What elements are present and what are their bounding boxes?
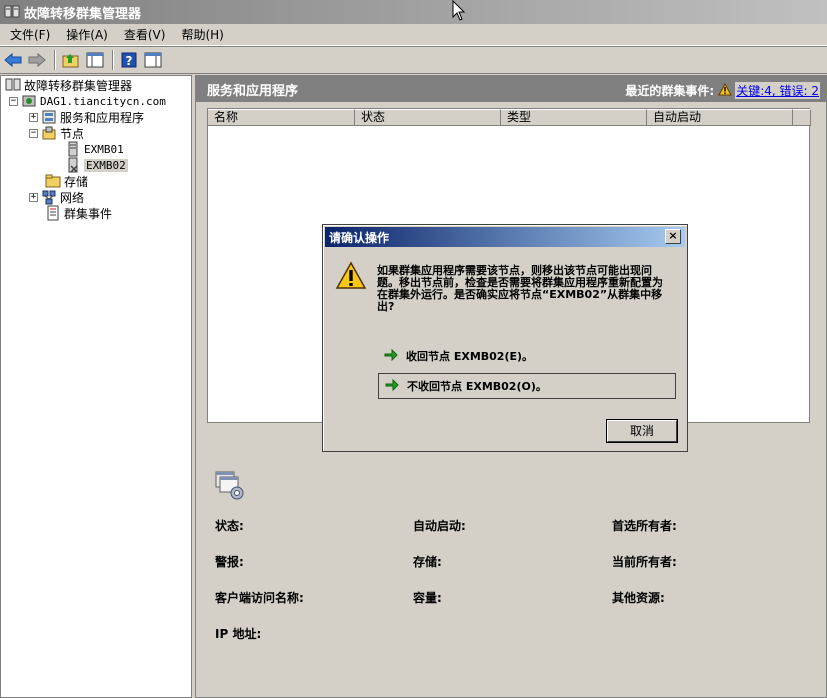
tree-item-services[interactable]: + 服务和应用程序 bbox=[29, 109, 144, 125]
dialog-message: 如果群集应用程序需要该节点，则移出该节点可能出现问题。移出节点前，检查是否需要将… bbox=[377, 264, 663, 313]
detail-capacity-label: 容量: bbox=[413, 591, 442, 605]
detail-client-access-label: 客户端访问名称: bbox=[215, 591, 304, 605]
toolbar-separator bbox=[112, 50, 114, 70]
green-arrow-icon bbox=[385, 378, 399, 394]
tree-label: 节点 bbox=[60, 126, 85, 141]
evict-node-option[interactable]: 收回节点 EXMB02(E)。 bbox=[378, 343, 676, 369]
detail-status-label: 状态: bbox=[215, 519, 244, 533]
column-header-autostart[interactable]: 自动启动 bbox=[647, 109, 793, 126]
keep-node-option[interactable]: 不收回节点 EXMB02(O)。 bbox=[378, 373, 676, 399]
detail-storage-label: 存储: bbox=[413, 555, 442, 569]
toolbar: ? bbox=[0, 46, 827, 74]
tree-label: 服务和应用程序 bbox=[60, 110, 145, 125]
navigation-tree: 故障转移群集管理器 − DAG1.tiancitycn.com + 服务和应用程… bbox=[0, 75, 192, 698]
dialog-title: 请确认操作 bbox=[329, 230, 390, 245]
tree-item-nodes[interactable]: − 节点 bbox=[29, 125, 84, 141]
menu-help[interactable]: 帮助(H) bbox=[175, 26, 229, 43]
column-header-name[interactable]: 名称 bbox=[208, 109, 355, 126]
cluster-manager-icon bbox=[4, 4, 20, 20]
mouse-cursor-icon bbox=[452, 0, 466, 25]
tree-item-node-exmb01[interactable]: EXMB01 bbox=[65, 141, 124, 157]
nodes-icon bbox=[41, 125, 57, 141]
tree-item-cluster[interactable]: − DAG1.tiancitycn.com bbox=[9, 93, 166, 109]
tree-label: EXMB01 bbox=[84, 142, 124, 156]
title-bar[interactable]: 故障转移群集管理器 bbox=[0, 0, 827, 24]
detail-autostart-label: 自动启动: bbox=[413, 519, 466, 533]
collapse-icon[interactable]: − bbox=[29, 128, 38, 138]
svg-text:?: ? bbox=[126, 54, 133, 68]
recent-events-link[interactable]: 关键:4, 错误: 2 bbox=[735, 82, 820, 99]
server-down-icon bbox=[65, 157, 81, 173]
detail-ip-label: IP 地址: bbox=[215, 627, 262, 641]
expand-icon[interactable]: + bbox=[29, 112, 38, 122]
network-icon bbox=[41, 189, 57, 205]
window-title: 故障转移群集管理器 bbox=[24, 6, 142, 22]
tree-item-root[interactable]: 故障转移群集管理器 bbox=[5, 77, 132, 93]
storage-icon bbox=[45, 173, 61, 189]
keep-node-label: 不收回节点 EXMB02(O)。 bbox=[407, 380, 547, 393]
menu-action[interactable]: 操作(A) bbox=[60, 26, 114, 43]
tree-label: 故障转移群集管理器 bbox=[24, 78, 133, 93]
cancel-button[interactable]: 取消 bbox=[607, 420, 677, 442]
services-icon bbox=[41, 109, 57, 125]
menu-file[interactable]: 文件(F) bbox=[4, 26, 56, 43]
tree-item-network[interactable]: + 网络 bbox=[29, 189, 84, 205]
tree-item-node-exmb02[interactable]: EXMB02 bbox=[65, 157, 128, 173]
events-icon bbox=[45, 205, 61, 221]
server-icon bbox=[65, 141, 81, 157]
show-hide-tree-icon[interactable] bbox=[84, 49, 106, 71]
tree-label: EXMB02 bbox=[84, 158, 128, 172]
dialog-title-bar[interactable]: 请确认操作 × bbox=[325, 227, 685, 247]
tree-item-storage[interactable]: 存储 bbox=[45, 173, 88, 189]
warning-icon bbox=[718, 82, 733, 99]
tree-label: 群集事件 bbox=[64, 206, 113, 221]
toolbar-separator bbox=[54, 50, 56, 70]
tree-label: DAG1.tiancitycn.com bbox=[40, 94, 166, 108]
show-hide-action-pane-icon[interactable] bbox=[142, 49, 164, 71]
detail-preferred-owner-label: 首选所有者: bbox=[612, 519, 677, 533]
green-arrow-icon bbox=[384, 348, 398, 364]
tree-label: 存储 bbox=[64, 174, 89, 189]
help-icon[interactable]: ? bbox=[118, 49, 140, 71]
expand-icon[interactable]: + bbox=[29, 192, 38, 202]
tree-item-events[interactable]: 群集事件 bbox=[45, 205, 112, 221]
back-arrow-icon[interactable] bbox=[2, 49, 24, 71]
confirm-dialog: 请确认操作 × 如果群集应用程序需要该节点，则移出该节点可能出现问题。移出节点前… bbox=[322, 224, 688, 452]
close-icon[interactable]: × bbox=[665, 229, 681, 244]
evict-node-label: 收回节点 EXMB02(E)。 bbox=[406, 350, 534, 363]
menu-view[interactable]: 查看(V) bbox=[118, 26, 172, 43]
recent-events: 最近的群集事件: 关键:4, 错误: 2 bbox=[625, 82, 820, 99]
column-header-filler bbox=[793, 109, 811, 126]
forward-arrow-icon[interactable] bbox=[26, 49, 48, 71]
detail-other-resources-label: 其他资源: bbox=[612, 591, 665, 605]
warning-icon bbox=[335, 261, 367, 291]
detail-alert-label: 警报: bbox=[215, 555, 244, 569]
menu-bar: 文件(F) 操作(A) 查看(V) 帮助(H) bbox=[0, 24, 827, 46]
cluster-manager-icon bbox=[5, 77, 21, 93]
column-header-status[interactable]: 状态 bbox=[355, 109, 501, 126]
cluster-icon bbox=[21, 93, 37, 109]
tree-label: 网络 bbox=[60, 190, 85, 205]
pane-title: 服务和应用程序 bbox=[207, 83, 299, 99]
collapse-icon[interactable]: − bbox=[9, 96, 18, 106]
recent-events-label: 最近的群集事件: bbox=[625, 84, 715, 98]
detail-current-owner-label: 当前所有者: bbox=[612, 555, 677, 569]
column-header-type[interactable]: 类型 bbox=[501, 109, 647, 126]
up-folder-icon[interactable] bbox=[60, 49, 82, 71]
service-properties-icon bbox=[215, 471, 245, 501]
